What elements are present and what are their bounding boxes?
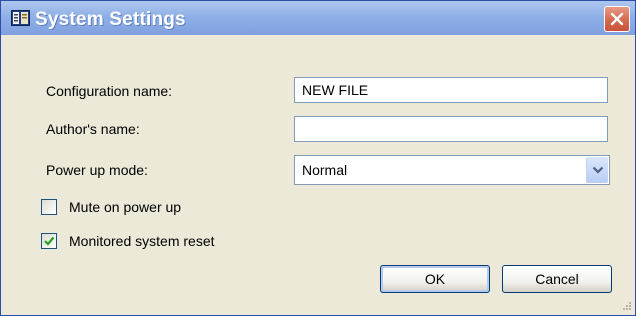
config-name-label: Configuration name: xyxy=(46,83,173,99)
mute-on-power-up-label: Mute on power up xyxy=(69,199,182,215)
monitored-system-reset-checkbox[interactable] xyxy=(41,233,57,249)
monitored-system-reset-label: Monitored system reset xyxy=(69,233,215,249)
close-x-icon xyxy=(610,12,624,26)
resize-grip-icon[interactable] xyxy=(620,300,632,312)
system-settings-dialog: System Settings Configuration name: Auth… xyxy=(0,0,636,316)
mute-on-power-up-checkbox[interactable] xyxy=(41,199,57,215)
window-title: System Settings xyxy=(35,9,186,30)
config-name-field[interactable] xyxy=(294,77,608,103)
title-bar[interactable]: System Settings xyxy=(1,1,635,35)
chevron-down-icon xyxy=(592,166,604,174)
close-button[interactable] xyxy=(604,6,630,32)
author-name-field[interactable] xyxy=(294,116,608,142)
cancel-button[interactable]: Cancel xyxy=(502,265,612,293)
power-up-mode-select[interactable]: Normal xyxy=(294,155,610,185)
ok-button[interactable]: OK xyxy=(380,265,490,293)
power-up-mode-label: Power up mode: xyxy=(46,162,148,178)
power-up-mode-value: Normal xyxy=(302,162,348,178)
checkmark-icon xyxy=(44,236,55,246)
settings-window-icon xyxy=(11,10,30,26)
dropdown-button[interactable] xyxy=(586,157,608,183)
author-name-label: Author's name: xyxy=(46,121,140,137)
